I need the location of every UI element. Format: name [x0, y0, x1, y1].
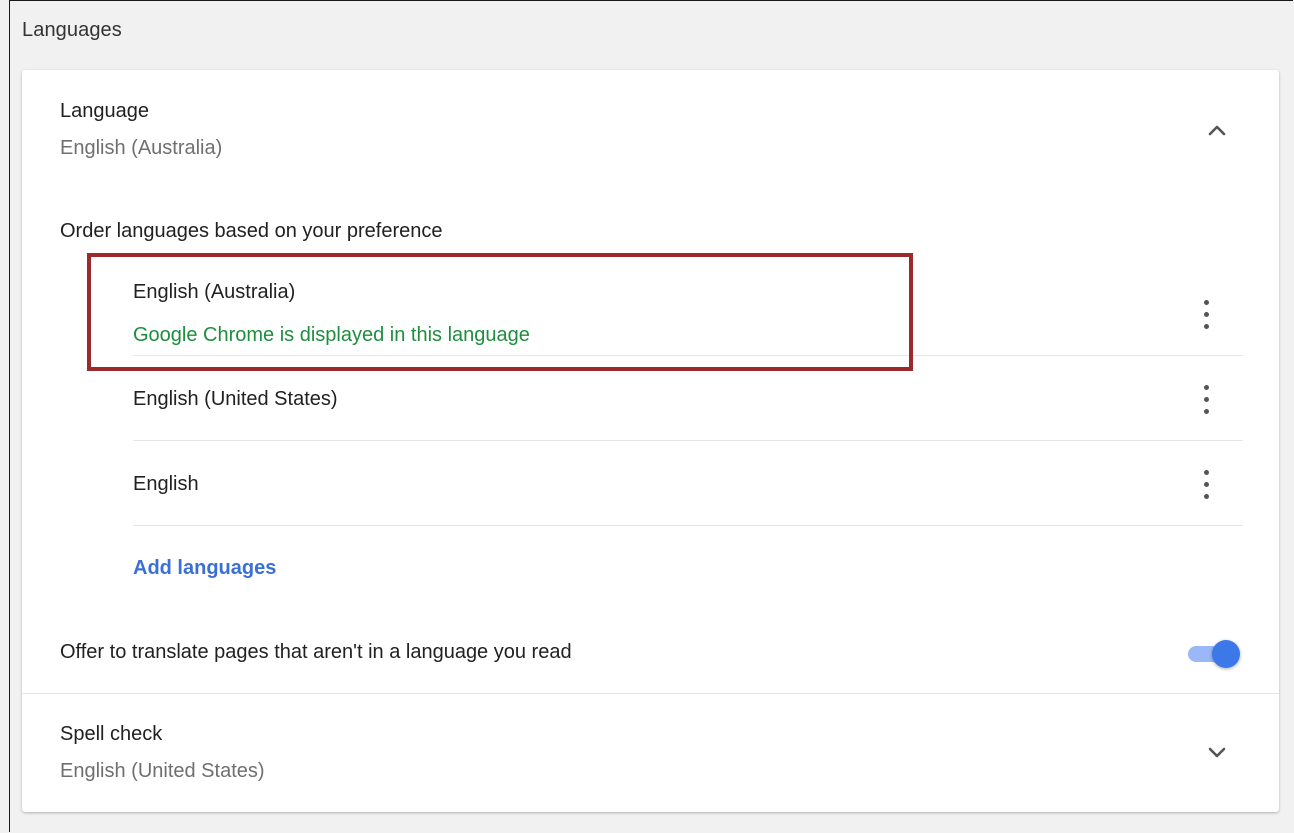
section-divider: [22, 693, 1279, 694]
language-value: English (Australia): [60, 137, 223, 159]
more-vert-icon[interactable]: [1194, 380, 1218, 420]
highlight-box: [87, 253, 913, 371]
order-languages-label: Order languages based on your preference: [60, 220, 443, 242]
section-header: Languages: [22, 19, 122, 41]
spell-check-value: English (United States): [60, 760, 265, 782]
list-divider: [133, 525, 1243, 526]
language-title: Language: [60, 100, 149, 122]
translate-label: Offer to translate pages that aren't in …: [60, 641, 572, 663]
language-name: English: [133, 473, 199, 495]
spell-check-title: Spell check: [60, 723, 163, 745]
translate-toggle[interactable]: [1186, 638, 1244, 668]
more-vert-icon[interactable]: [1194, 295, 1218, 335]
language-name: English (United States): [133, 388, 338, 410]
chevron-up-icon[interactable]: [1203, 117, 1231, 145]
languages-card: Language English (Australia) Order langu…: [22, 70, 1279, 812]
more-vert-icon[interactable]: [1194, 465, 1218, 505]
add-languages-link[interactable]: Add languages: [133, 557, 276, 580]
list-divider: [133, 440, 1243, 441]
chevron-down-icon[interactable]: [1203, 738, 1231, 766]
toggle-knob: [1212, 640, 1240, 668]
